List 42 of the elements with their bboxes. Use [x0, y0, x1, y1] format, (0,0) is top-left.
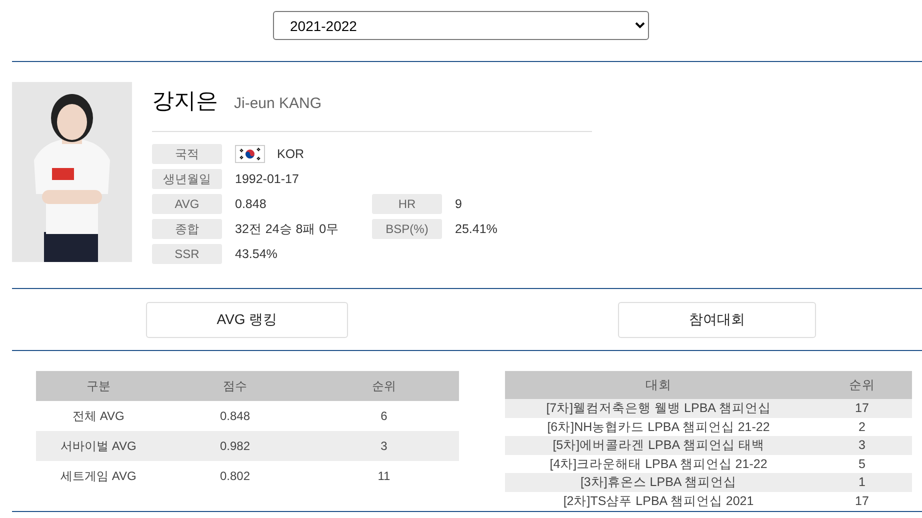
table-cell: 2: [812, 418, 912, 436]
table-cell: [2차]TS샴푸 LPBA 챔피언십 2021: [505, 492, 812, 510]
field-value: 25.41%: [455, 220, 498, 238]
column-header: 점수: [161, 371, 309, 401]
field-label: BSP(%): [372, 219, 442, 239]
table-cell: 전체 AVG: [36, 401, 161, 431]
column-header: 순위: [309, 371, 459, 401]
season-select[interactable]: 2021-2022: [273, 11, 649, 40]
table-cell: 서바이벌 AVG: [36, 431, 161, 461]
table-cell: 0.982: [161, 431, 309, 461]
tab-button[interactable]: 참여대회: [618, 302, 816, 338]
table-cell: [3차]휴온스 LPBA 챔피언십: [505, 473, 812, 492]
field-value: 1992-01-17: [235, 170, 299, 188]
table-cell: [7차]웰컴저축은행 웰뱅 LPBA 챔피언십: [505, 399, 812, 418]
column-header: 순위: [812, 371, 912, 399]
field-value: 0.848: [235, 196, 266, 213]
field-value: 32전 24승 8패 0무: [235, 220, 340, 238]
field-label: AVG: [152, 194, 222, 214]
table-cell: 3: [812, 436, 912, 454]
table-cell: 0.848: [161, 401, 309, 431]
field-label: HR: [372, 194, 442, 214]
field-value: KOR: [277, 146, 304, 163]
table-cell: 17: [812, 399, 912, 418]
field-label: SSR: [152, 244, 222, 264]
field-value: 9: [455, 196, 462, 213]
table-cell: [4차]크라운해태 LPBA 챔피언십 21-22: [505, 454, 812, 473]
table-cell: 1: [812, 473, 912, 492]
tab-button[interactable]: AVG 랭킹: [146, 302, 348, 338]
field-label: 생년월일: [152, 169, 222, 189]
table-cell: [6차]NH농협카드 LPBA 챔피언십 21-22: [505, 418, 812, 436]
player-name: 강지은: [152, 87, 218, 115]
field-label: 국적: [152, 144, 222, 164]
table-cell: 6: [309, 401, 459, 431]
field-label: 종합: [152, 219, 222, 239]
player-english-name: Ji-eun KANG: [234, 94, 322, 114]
table-cell: 5: [812, 454, 912, 473]
table-cell: 3: [309, 431, 459, 461]
column-header: 대회: [505, 371, 812, 399]
column-header: 구분: [36, 371, 161, 401]
table-cell: [5차]에버콜라겐 LPBA 챔피언십 태백: [505, 436, 812, 454]
flag-icon: [235, 145, 265, 163]
field-value: 43.54%: [235, 246, 278, 263]
